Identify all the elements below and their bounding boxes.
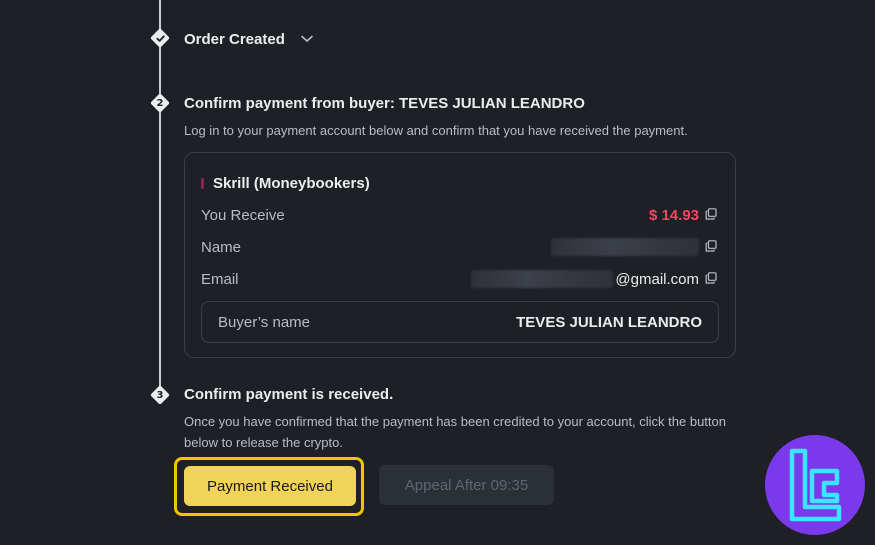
payment-received-button[interactable]: Payment Received bbox=[184, 466, 356, 506]
chevron-down-icon[interactable] bbox=[301, 30, 313, 46]
step-1-header[interactable]: Order Created bbox=[184, 30, 313, 48]
name-row: Name bbox=[201, 237, 719, 257]
step-3-marker: 3 bbox=[150, 385, 170, 405]
buyer-name-value: TEVES JULIAN LEANDRO bbox=[516, 313, 702, 331]
redacted-email bbox=[471, 270, 614, 288]
step-3-title: Confirm payment is received. bbox=[184, 386, 394, 403]
step-1-title: Order Created bbox=[184, 31, 285, 48]
receive-row: You Receive $ 14.93 bbox=[201, 205, 719, 225]
email-row: Email @gmail.com bbox=[201, 269, 719, 289]
check-icon bbox=[155, 34, 165, 42]
step-2-marker: 2 bbox=[150, 93, 170, 113]
step-2-description: Log in to your payment account below and… bbox=[184, 123, 688, 138]
step-2-title: Confirm payment from buyer: TEVES JULIAN… bbox=[184, 95, 585, 112]
receive-label: You Receive bbox=[201, 206, 285, 224]
step-3-description: Once you have confirmed that the payment… bbox=[184, 414, 726, 450]
redacted-name bbox=[551, 238, 699, 256]
appeal-button: Appeal After 09:35 bbox=[379, 465, 554, 505]
payment-method-color-bar bbox=[201, 178, 204, 189]
copy-icon[interactable] bbox=[705, 272, 719, 286]
receive-amount: $ 14.93 bbox=[648, 206, 699, 224]
payment-details-card: Skrill (Moneybookers) You Receive $ 14.9… bbox=[184, 152, 736, 358]
payment-method-name: Skrill (Moneybookers) bbox=[213, 175, 370, 192]
step-3-number: 3 bbox=[156, 389, 164, 401]
step-1-marker bbox=[150, 28, 170, 48]
payment-method: Skrill (Moneybookers) bbox=[201, 175, 370, 192]
buyer-name-box: Buyer’s name TEVES JULIAN LEANDRO bbox=[201, 301, 719, 343]
name-label: Name bbox=[201, 238, 242, 256]
timeline-line bbox=[159, 0, 161, 396]
copy-icon[interactable] bbox=[705, 208, 719, 222]
copy-icon[interactable] bbox=[705, 240, 719, 254]
email-domain: @gmail.com bbox=[615, 270, 699, 288]
step-2-number: 2 bbox=[156, 97, 164, 109]
brand-logo bbox=[765, 435, 865, 535]
tc-logo-icon bbox=[789, 448, 842, 522]
email-label: Email bbox=[201, 270, 239, 288]
p2p-order-page: Order Created 2 Confirm payment from buy… bbox=[0, 0, 875, 545]
buyer-name-label: Buyer’s name bbox=[218, 313, 310, 331]
